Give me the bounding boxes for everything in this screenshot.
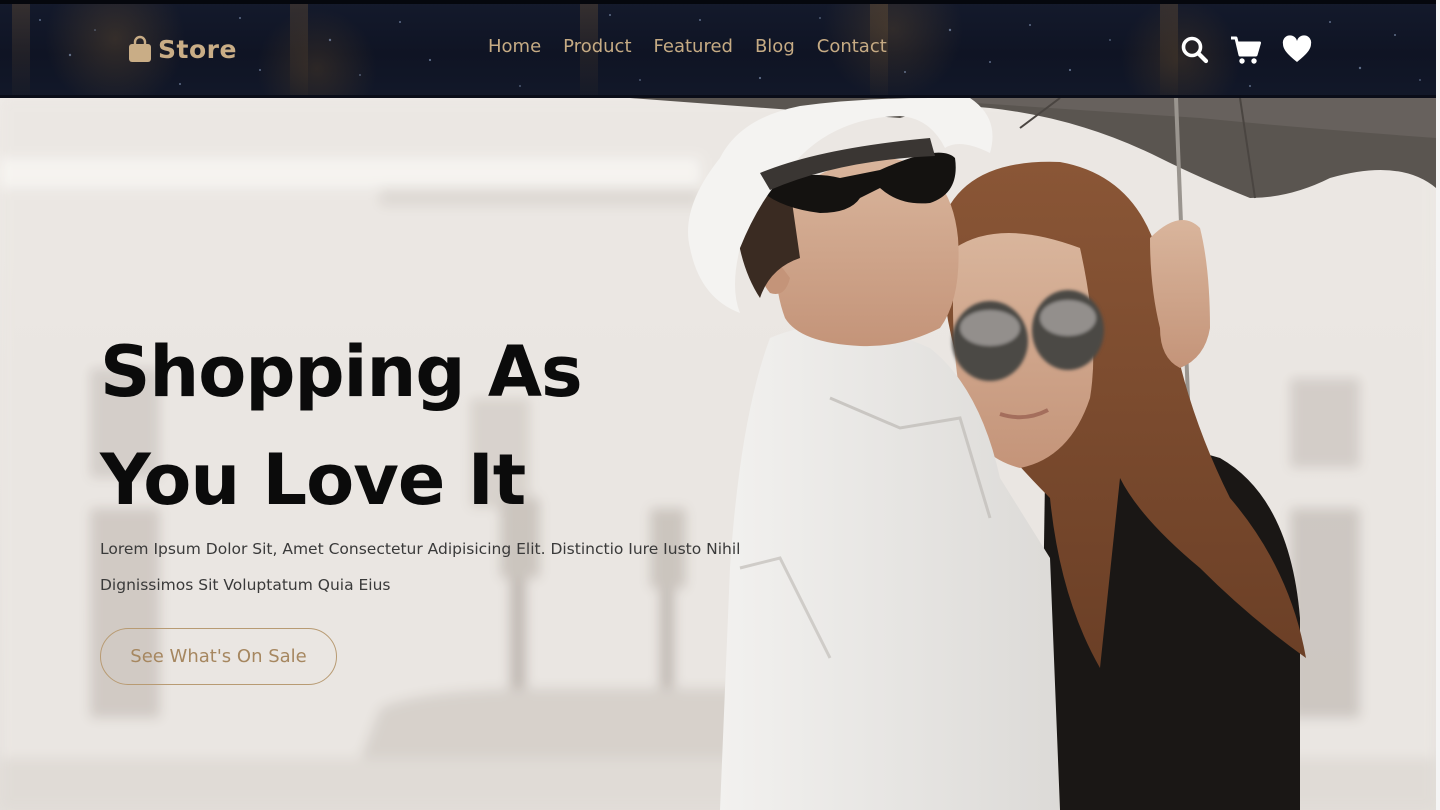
hero-banner: Shopping As You Love It Lorem Ipsum Dolo… [0,98,1436,810]
heart-icon[interactable] [1282,35,1312,65]
page-scroll-edge [1436,0,1440,810]
nav-home[interactable]: Home [488,36,541,57]
brand-logo[interactable]: Store [128,31,237,67]
hero-subtitle: Lorem Ipsum Dolor Sit, Amet Consectetur … [100,531,760,603]
nav-product[interactable]: Product [563,36,631,57]
hero-subtitle-line-1: Lorem Ipsum Dolor Sit, Amet Consectetur … [100,540,741,558]
shopping-bag-icon [129,35,151,62]
header-actions [1180,34,1312,66]
nav-featured[interactable]: Featured [654,36,733,57]
hero-subtitle-line-2: Dignissimos Sit Voluptatum Quia Eius [100,576,391,594]
nav-blog[interactable]: Blog [755,36,795,57]
header-decoration [1160,4,1178,98]
hero-title-line-1: Shopping As [100,331,583,413]
nav-contact[interactable]: Contact [817,36,887,57]
header-decoration [290,4,308,98]
hero-title: Shopping As You Love It [100,318,660,534]
search-icon[interactable] [1180,34,1210,66]
see-sale-button[interactable]: See What's On Sale [100,628,337,685]
header-decoration [12,4,30,98]
hero-title-line-2: You Love It [100,439,526,521]
brand-name: Store [158,34,237,64]
header-top-border [0,0,1440,4]
site-header: Store Home Product Featured Blog Contact [0,0,1440,98]
main-nav: Home Product Featured Blog Contact [488,36,887,57]
cart-icon[interactable] [1230,34,1262,66]
